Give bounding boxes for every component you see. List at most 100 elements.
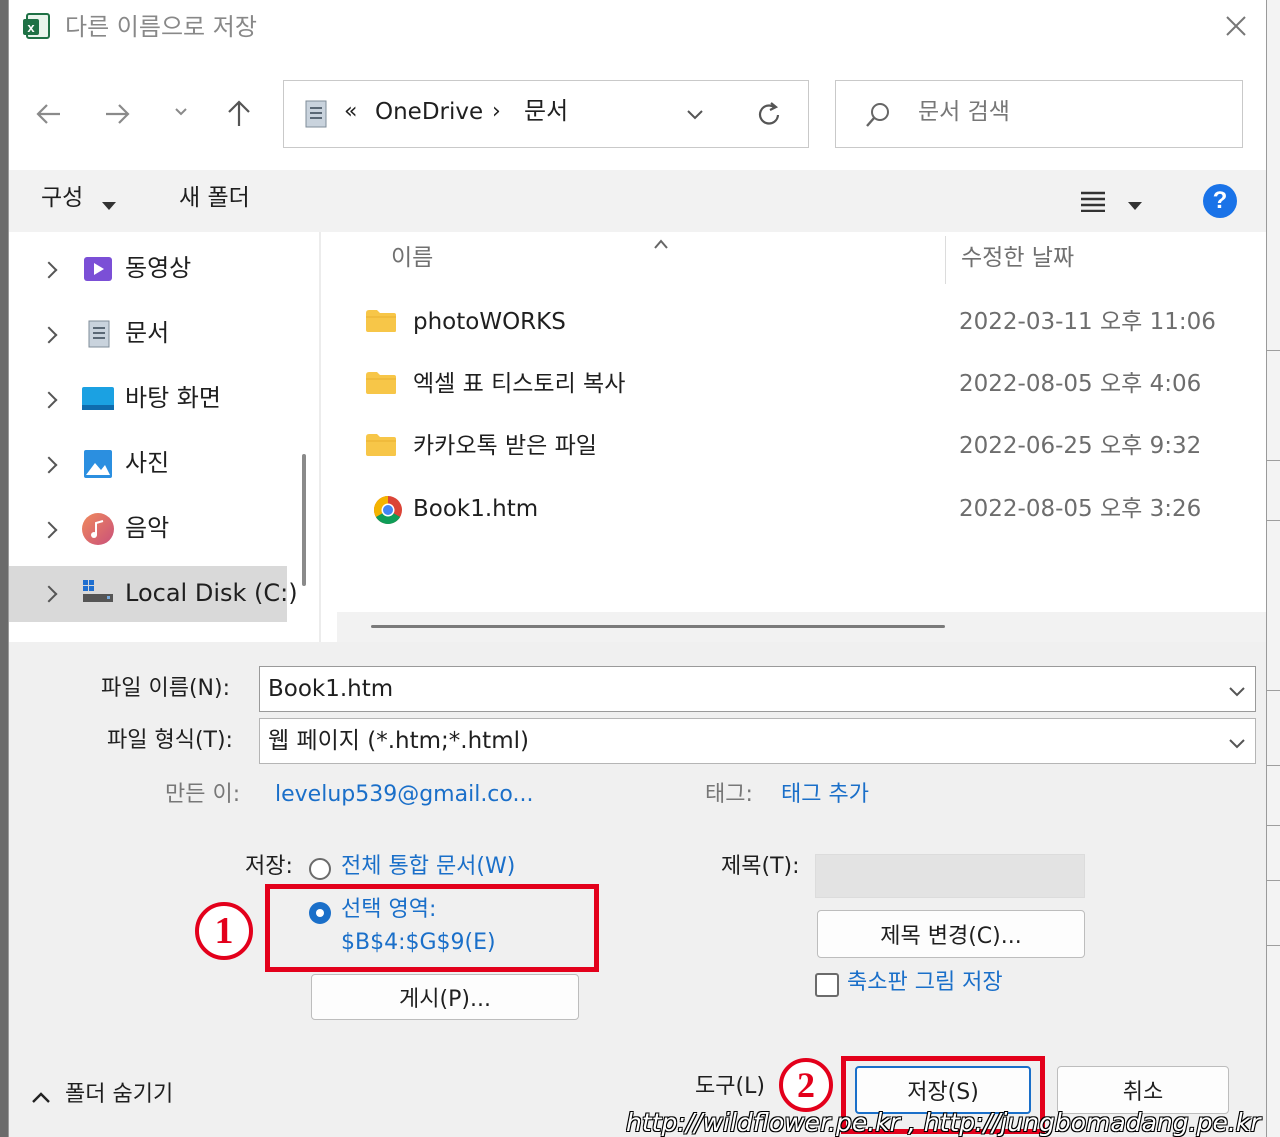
chrome-html-icon	[374, 496, 402, 524]
background-window-strip	[1266, 0, 1280, 1137]
organize-button[interactable]: 구성	[41, 187, 83, 210]
tags-value[interactable]: 태그 추가	[781, 784, 869, 806]
filename-input[interactable]: Book1.htm	[259, 666, 1256, 712]
sidebar-item-label: 동영상	[125, 254, 192, 282]
title-input[interactable]	[815, 854, 1085, 898]
hide-folders-button[interactable]: 폴더 숨기기	[65, 1084, 173, 1106]
filetype-select[interactable]: 웹 페이지 (*.htm;*.html)	[259, 718, 1256, 764]
sidebar-item-label: Local Disk (C:)	[125, 579, 298, 607]
title-label: 제목(T):	[721, 854, 800, 879]
radio-entire-workbook[interactable]	[309, 858, 331, 880]
address-dropdown-icon[interactable]	[686, 107, 704, 121]
change-title-button-label: 제목 변경(C)...	[880, 924, 1022, 949]
search-box[interactable]: 문서 검색	[835, 80, 1243, 148]
sidebar-item-music[interactable]: 음악	[9, 502, 289, 558]
sidebar-item-label: 문서	[125, 319, 170, 347]
sidebar-item-videos[interactable]: 동영상	[9, 242, 289, 298]
filename-dropdown-icon[interactable]	[1228, 683, 1246, 697]
expand-chevron-icon[interactable]	[40, 391, 58, 409]
file-name: photoWORKS	[413, 309, 566, 335]
close-icon[interactable]	[1224, 14, 1248, 38]
publish-button[interactable]: 게시(P)...	[311, 974, 579, 1020]
forward-arrow-icon[interactable]	[103, 100, 133, 128]
pictures-icon	[83, 449, 113, 479]
view-options-icon[interactable]	[1079, 190, 1107, 213]
documents-icon	[87, 319, 111, 349]
expand-chevron-icon[interactable]	[40, 585, 58, 603]
thumbnail-label[interactable]: 축소판 그림 저장	[847, 972, 1003, 994]
address-bar[interactable]: « OneDrive › 문서	[283, 80, 809, 148]
sort-ascending-icon	[653, 234, 669, 249]
column-header-date[interactable]: 수정한 날짜	[961, 247, 1074, 270]
folder-icon	[366, 372, 396, 394]
expand-chevron-icon[interactable]	[40, 521, 58, 539]
pane-divider	[319, 232, 321, 642]
filetype-value: 웹 페이지 (*.htm;*.html)	[268, 728, 529, 754]
file-date: 2022-08-05 오후 3:26	[959, 496, 1202, 522]
window-title: 다른 이름으로 저장	[65, 13, 257, 41]
file-row[interactable]: Book1.htm 2022-08-05 오후 3:26	[329, 479, 1266, 537]
sidebar-item-label: 바탕 화면	[125, 384, 221, 412]
sidebar-item-local-disk[interactable]: Local Disk (C:)	[9, 566, 298, 622]
folder-icon	[366, 310, 396, 332]
highlight-box-selection	[265, 884, 599, 972]
breadcrumb-separator-icon: ›	[492, 99, 501, 124]
author-label: 만든 이:	[165, 782, 241, 807]
view-dropdown-icon[interactable]	[1127, 196, 1143, 210]
cancel-button-label: 취소	[1122, 1080, 1164, 1105]
publish-button-label: 게시(P)...	[399, 987, 491, 1012]
marker-2: ② 2	[779, 1058, 833, 1112]
expand-chevron-icon[interactable]	[40, 261, 58, 279]
horizontal-scrollbar[interactable]	[337, 612, 1266, 642]
up-arrow-icon[interactable]	[225, 98, 253, 128]
music-icon	[82, 513, 114, 545]
excel-app-icon: x	[21, 12, 51, 40]
folder-icon	[366, 434, 396, 456]
watermark-text: http://wildflower.pe.kr , http://jungbom…	[626, 1108, 1261, 1137]
tools-button[interactable]: 도구(L)	[695, 1076, 765, 1098]
scrollbar-thumb[interactable]	[371, 625, 945, 628]
file-name: 엑셀 표 티스토리 복사	[413, 371, 626, 397]
change-title-button[interactable]: 제목 변경(C)...	[817, 910, 1085, 958]
search-input[interactable]: 문서 검색	[918, 101, 1010, 124]
file-date: 2022-08-05 오후 4:06	[959, 371, 1202, 397]
sidebar-item-desktop[interactable]: 바탕 화면	[9, 372, 289, 428]
column-header-name[interactable]: 이름	[391, 247, 433, 270]
save-as-dialog: x 다른 이름으로 저장 « OneDrive › 문서 문서 검색 구성 새 …	[8, 0, 1267, 1137]
form-area: 파일 이름(N): Book1.htm 파일 형식(T): 웹 페이지 (*.h…	[9, 642, 1266, 1032]
filetype-label: 파일 형식(T):	[107, 728, 233, 753]
address-overflow-icon[interactable]: «	[344, 101, 357, 123]
new-folder-button[interactable]: 새 폴더	[179, 187, 250, 210]
help-icon[interactable]: ?	[1203, 184, 1237, 218]
sidebar-item-documents[interactable]: 문서	[9, 307, 289, 363]
breadcrumb-documents[interactable]: 문서	[524, 99, 568, 123]
filetype-dropdown-icon[interactable]	[1228, 735, 1246, 749]
author-value[interactable]: levelup539@gmail.co...	[275, 784, 533, 806]
recent-locations-chevron-icon[interactable]	[173, 104, 189, 120]
marker-1: ① 1	[195, 902, 253, 960]
file-date: 2022-03-11 오후 11:06	[959, 309, 1216, 335]
file-row[interactable]: photoWORKS 2022-03-11 오후 11:06	[329, 292, 1266, 350]
cancel-button[interactable]: 취소	[1057, 1066, 1229, 1114]
filename-label: 파일 이름(N):	[101, 676, 230, 701]
expand-chevron-icon[interactable]	[40, 456, 58, 474]
collapse-chevron-icon[interactable]	[31, 1090, 51, 1104]
command-bar: 구성 새 폴더 ?	[9, 170, 1266, 232]
sidebar-item-pictures[interactable]: 사진	[9, 437, 289, 493]
save-scope-label: 저장:	[245, 854, 293, 879]
file-list: 이름 수정한 날짜 photoWORKS 2022-03-11 오후 11:06…	[329, 232, 1266, 642]
refresh-icon[interactable]	[756, 101, 784, 129]
breadcrumb-onedrive[interactable]: OneDrive	[375, 101, 483, 124]
option-entire-workbook-label[interactable]: 전체 통합 문서(W)	[341, 856, 515, 878]
tags-label: 태그:	[705, 782, 753, 807]
svg-text:x: x	[27, 20, 35, 35]
search-icon	[864, 101, 892, 129]
file-row[interactable]: 카카오톡 받은 파일 2022-06-25 오후 9:32	[329, 416, 1266, 474]
back-arrow-icon[interactable]	[33, 100, 63, 128]
file-row[interactable]: 엑셀 표 티스토리 복사 2022-08-05 오후 4:06	[329, 354, 1266, 412]
thumbnail-checkbox[interactable]	[815, 973, 839, 997]
sidebar-scrollbar[interactable]	[302, 454, 306, 586]
navigation-pane: 동영상 문서 바탕 화면 사진 음악 Local Disk (C:)	[9, 232, 319, 642]
expand-chevron-icon[interactable]	[40, 326, 58, 344]
desktop-icon	[81, 386, 115, 412]
